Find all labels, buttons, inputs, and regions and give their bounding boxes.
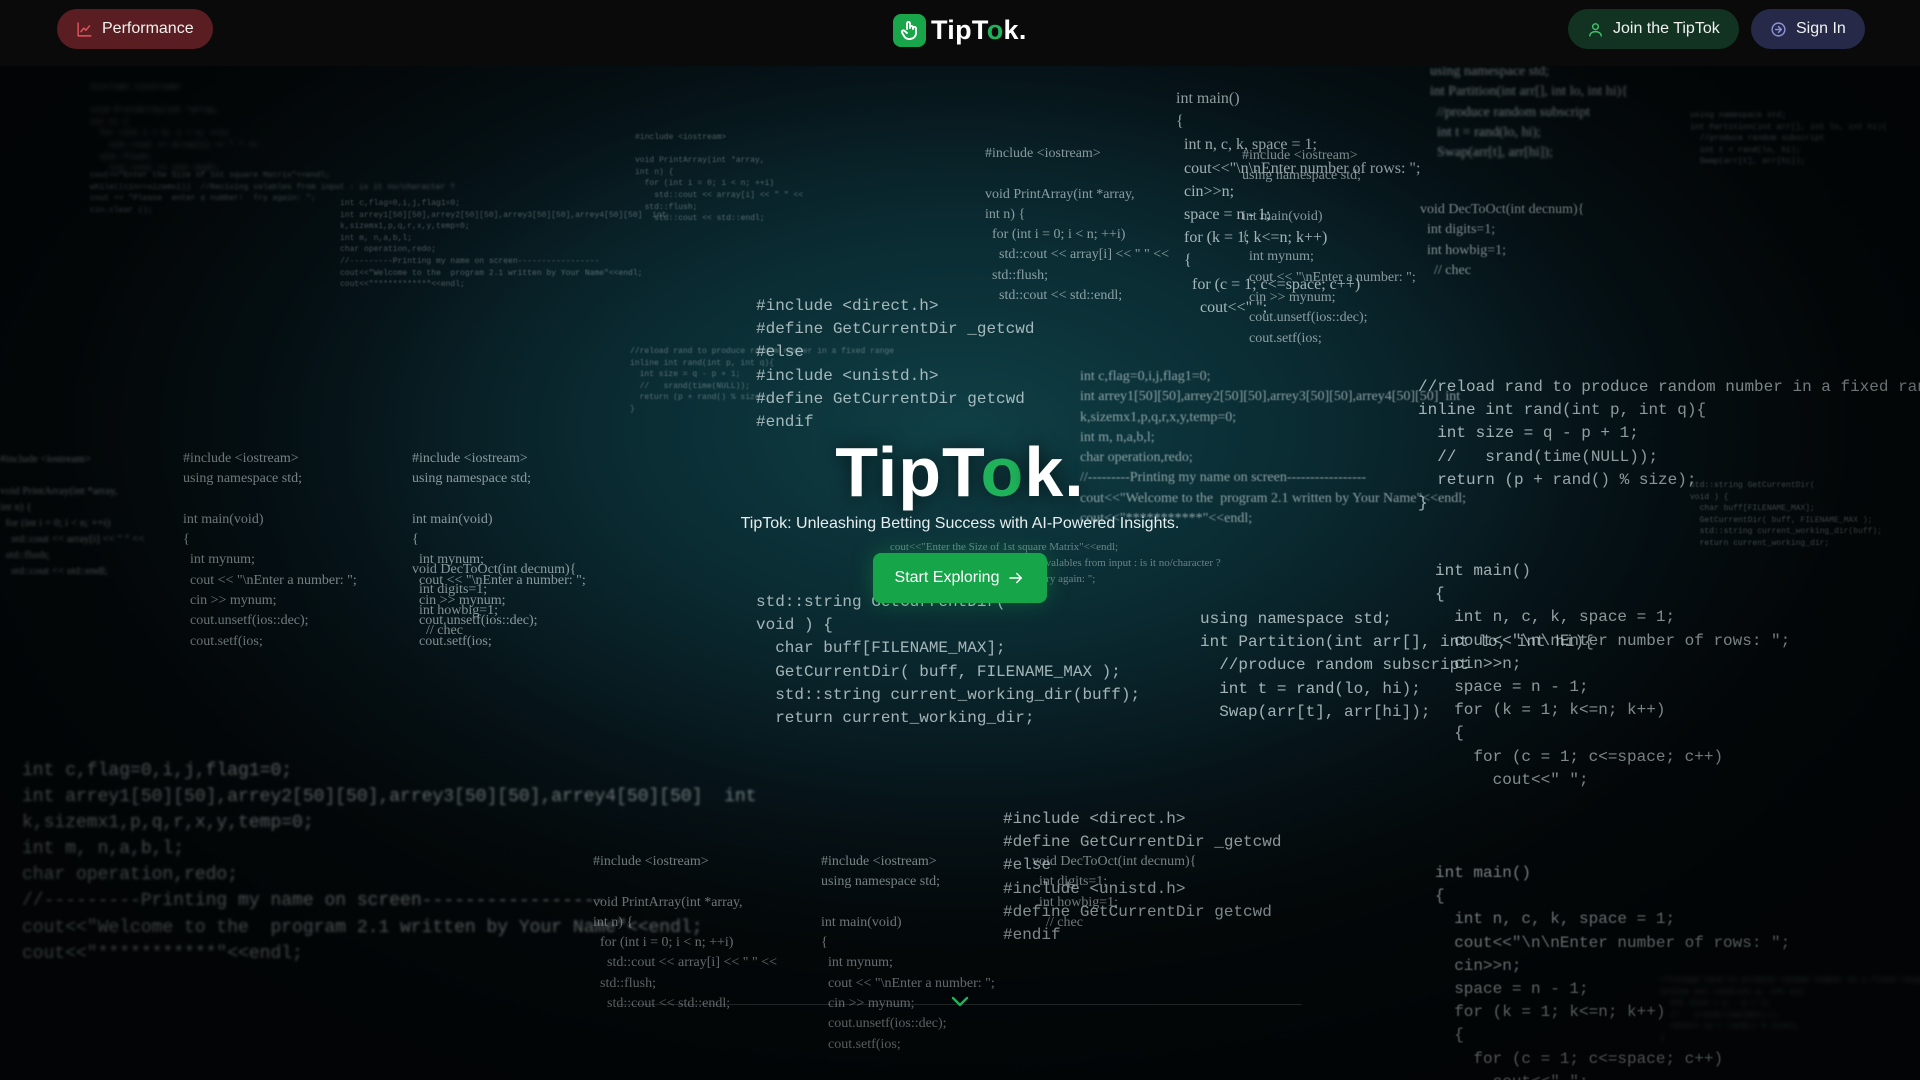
sign-in-label: Sign In — [1796, 20, 1846, 37]
hero-title-highlight: o — [980, 433, 1025, 511]
performance-label: Performance — [102, 20, 194, 37]
start-exploring-label: Start Exploring — [894, 569, 1000, 586]
performance-button[interactable]: Performance — [57, 9, 213, 49]
hero-subtitle: TipTok: Unleashing Betting Success with … — [740, 515, 1180, 532]
brand-name: TipTok. — [931, 15, 1027, 46]
chart-line-icon — [77, 21, 92, 37]
join-button[interactable]: Join the TipTok — [1568, 9, 1739, 49]
sign-in-button[interactable]: Sign In — [1751, 9, 1865, 49]
chevron-down-icon[interactable] — [948, 992, 972, 1012]
hero-section: TipTok. TipTok: Unleashing Betting Succe… — [0, 0, 1920, 1080]
hero-title: TipTok. — [0, 432, 1920, 512]
brand-name-highlight: o — [986, 14, 1004, 45]
user-icon — [1589, 22, 1602, 37]
join-label: Join the TipTok — [1613, 20, 1720, 37]
top-navbar: Performance TipTok. Join the TipTok Sign… — [0, 0, 1920, 66]
hero-title-suffix: k. — [1024, 433, 1085, 511]
hero-title-prefix: TipT — [835, 433, 981, 511]
arrow-right-icon — [1009, 572, 1023, 584]
hand-icon — [893, 13, 926, 47]
brand-name-prefix: TipT — [931, 14, 987, 45]
sign-in-icon — [1771, 21, 1786, 37]
brand-logo[interactable]: TipTok. — [893, 10, 1027, 50]
brand-name-suffix: k. — [1003, 14, 1027, 45]
start-exploring-button[interactable]: Start Exploring — [873, 553, 1047, 603]
